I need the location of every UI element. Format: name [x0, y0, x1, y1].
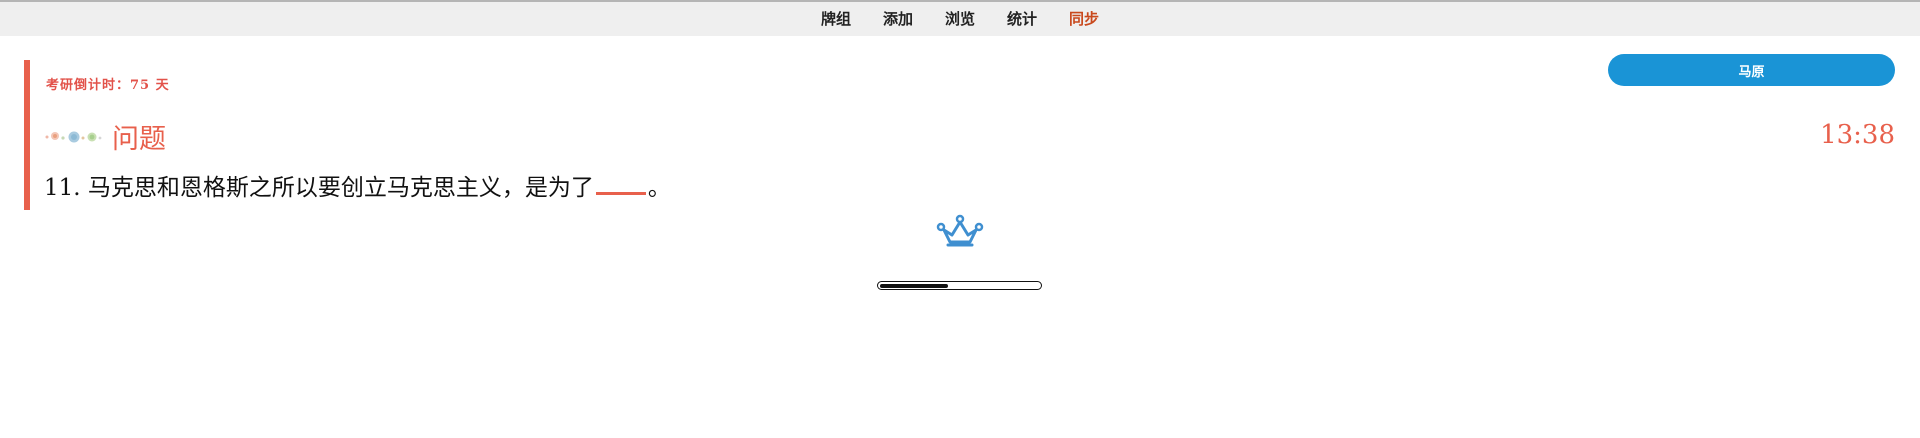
progress-bar	[877, 281, 1042, 290]
clock-display: 13:38	[1820, 120, 1895, 150]
nav-stats[interactable]: 统计	[991, 2, 1053, 36]
subject-button-label: 马原	[1738, 64, 1765, 80]
nav-decks[interactable]: 牌组	[805, 2, 867, 36]
crown-icon[interactable]	[936, 214, 984, 248]
progress-bar-fill	[879, 283, 949, 288]
nav-browse[interactable]: 浏览	[929, 2, 991, 36]
decorative-dots-icon	[44, 128, 104, 144]
top-navigation-bar: 牌组 添加 浏览 统计 同步	[0, 0, 1920, 36]
decorative-dots-graphic	[45, 131, 102, 143]
question-header: 问题	[44, 118, 166, 155]
question-text-after: 。	[647, 175, 671, 201]
question-text: 11. 马克思和恩格斯之所以要创立马克思主义，是为了 。	[44, 168, 671, 202]
exam-countdown: 考研倒计时：75 天	[46, 78, 170, 93]
question-title: 问题	[112, 123, 166, 155]
nav-menu: 牌组 添加 浏览 统计 同步	[0, 2, 1920, 36]
subject-button[interactable]: 马原	[1608, 54, 1895, 86]
nav-sync[interactable]: 同步	[1053, 2, 1115, 36]
question-text-before: 11. 马克思和恩格斯之所以要创立马克思主义，是为了	[44, 175, 594, 201]
answer-blank	[595, 168, 646, 195]
nav-add[interactable]: 添加	[867, 2, 929, 36]
